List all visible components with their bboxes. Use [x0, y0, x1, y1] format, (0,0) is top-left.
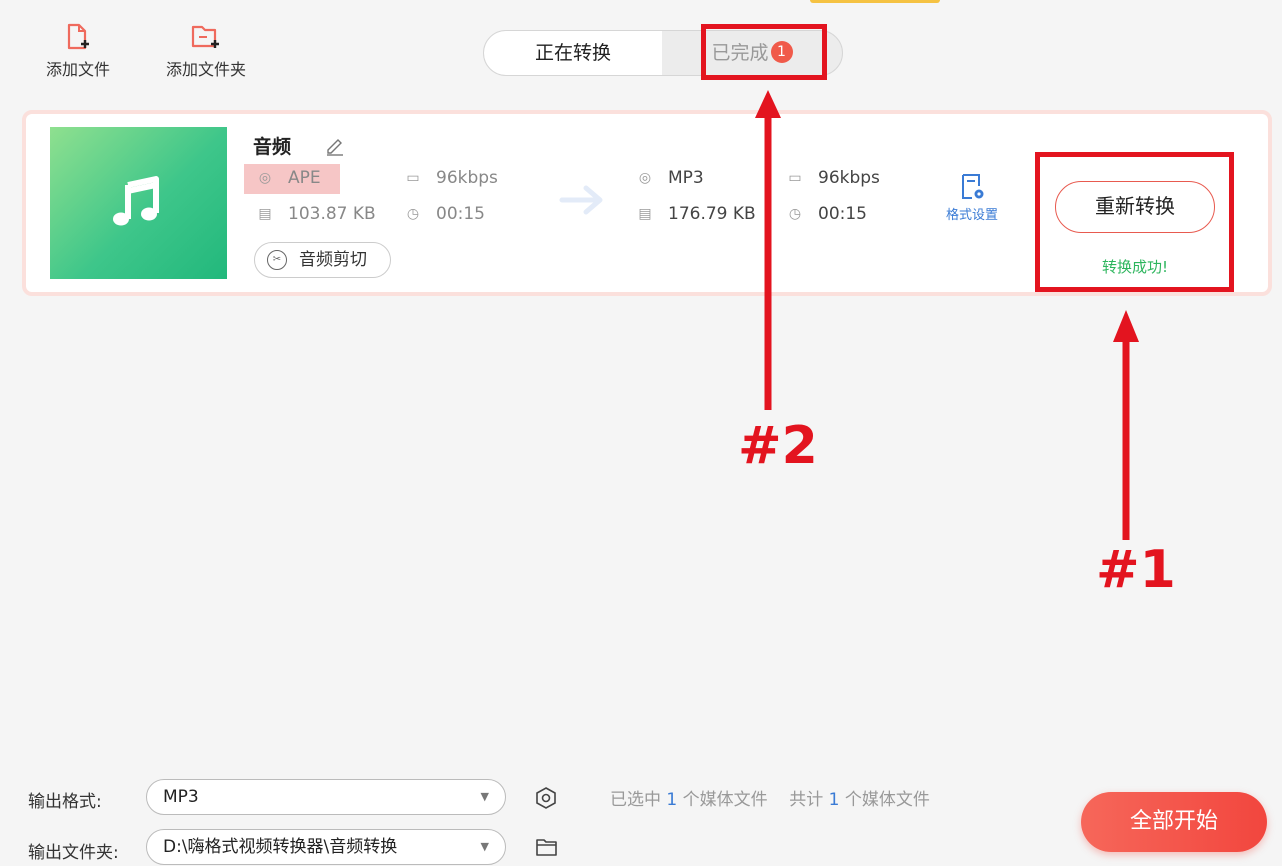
- file-plus-icon: [67, 23, 89, 50]
- target-size: ▤ 176.79 KB: [636, 204, 756, 224]
- hexagon-settings-icon[interactable]: [535, 786, 557, 810]
- format-settings-label: 格式设置: [945, 208, 998, 223]
- disc-icon: ◎: [638, 170, 652, 186]
- clock-icon: ◷: [406, 206, 420, 222]
- edit-pencil-icon[interactable]: [324, 134, 346, 156]
- source-size: ▤ 103.87 KB: [256, 204, 376, 224]
- clock-icon: ◷: [788, 206, 802, 222]
- annotation-label-2: #2: [738, 416, 818, 476]
- annotation-box-2: [701, 24, 827, 80]
- top-accent-bar: [810, 0, 940, 3]
- settings-doc-icon: [962, 174, 984, 199]
- tab-converting[interactable]: 正在转换: [484, 31, 662, 75]
- folder-icon[interactable]: [535, 836, 559, 858]
- source-duration: ◷ 00:15: [404, 204, 485, 224]
- selected-suffix: 个媒体文件: [682, 790, 768, 810]
- source-duration-text: 00:15: [436, 204, 485, 224]
- add-file-button[interactable]: 添加文件: [46, 22, 110, 80]
- selection-summary: 已选中 1 个媒体文件 共计 1 个媒体文件: [610, 785, 930, 810]
- target-bitrate: ▭ 96kbps: [786, 168, 880, 188]
- source-format-text: APE: [288, 168, 321, 188]
- audio-cut-button[interactable]: ✂ 音频剪切: [254, 242, 391, 278]
- format-settings-button[interactable]: 格式设置: [942, 172, 1002, 223]
- output-format-label: 输出格式:: [28, 792, 102, 812]
- start-all-button[interactable]: 全部开始: [1081, 792, 1267, 852]
- scissors-icon: ✂: [267, 250, 287, 270]
- selected-count: 1: [666, 790, 678, 810]
- total-prefix: 共计: [789, 790, 824, 810]
- target-format: ◎ MP3: [636, 168, 704, 188]
- annotation-label-1: #1: [1096, 540, 1176, 600]
- file-thumbnail: [50, 127, 227, 279]
- selected-prefix: 已选中: [610, 790, 661, 810]
- audio-cut-label: 音频剪切: [299, 250, 367, 270]
- disc-icon: ◎: [258, 170, 272, 186]
- target-format-text: MP3: [668, 168, 704, 188]
- file-name: 音频: [253, 136, 292, 158]
- output-folder-value: D:\嗨格式视频转换器\音频转换: [163, 837, 398, 857]
- chevron-down-icon: ▼: [480, 790, 489, 803]
- screen-icon: ▭: [788, 170, 802, 186]
- document-icon: ▤: [638, 206, 652, 222]
- output-format-select[interactable]: MP3 ▼: [146, 779, 506, 815]
- target-bitrate-text: 96kbps: [818, 168, 880, 188]
- add-folder-button[interactable]: 添加文件夹: [166, 22, 246, 80]
- output-folder-select[interactable]: D:\嗨格式视频转换器\音频转换 ▼: [146, 829, 506, 865]
- screen-icon: ▭: [406, 170, 420, 186]
- document-icon: ▤: [258, 206, 272, 222]
- source-bitrate-text: 96kbps: [436, 168, 498, 188]
- music-note-icon: [113, 176, 159, 226]
- source-format: ◎ APE: [256, 168, 321, 188]
- chevron-down-icon: ▼: [480, 840, 489, 853]
- target-duration: ◷ 00:15: [786, 204, 867, 224]
- target-duration-text: 00:15: [818, 204, 867, 224]
- total-count: 1: [828, 790, 840, 810]
- add-folder-label: 添加文件夹: [166, 60, 247, 79]
- output-format-value: MP3: [163, 787, 199, 807]
- add-file-label: 添加文件: [46, 60, 111, 79]
- folder-plus-icon: [191, 25, 219, 48]
- convert-arrow-icon: [559, 185, 603, 215]
- target-size-text: 176.79 KB: [668, 204, 756, 224]
- total-suffix: 个媒体文件: [844, 790, 930, 810]
- source-size-text: 103.87 KB: [288, 204, 376, 224]
- annotation-box-1: [1035, 152, 1234, 292]
- tab-converting-label: 正在转换: [534, 42, 611, 64]
- output-folder-label: 输出文件夹:: [28, 843, 119, 863]
- source-bitrate: ▭ 96kbps: [404, 168, 498, 188]
